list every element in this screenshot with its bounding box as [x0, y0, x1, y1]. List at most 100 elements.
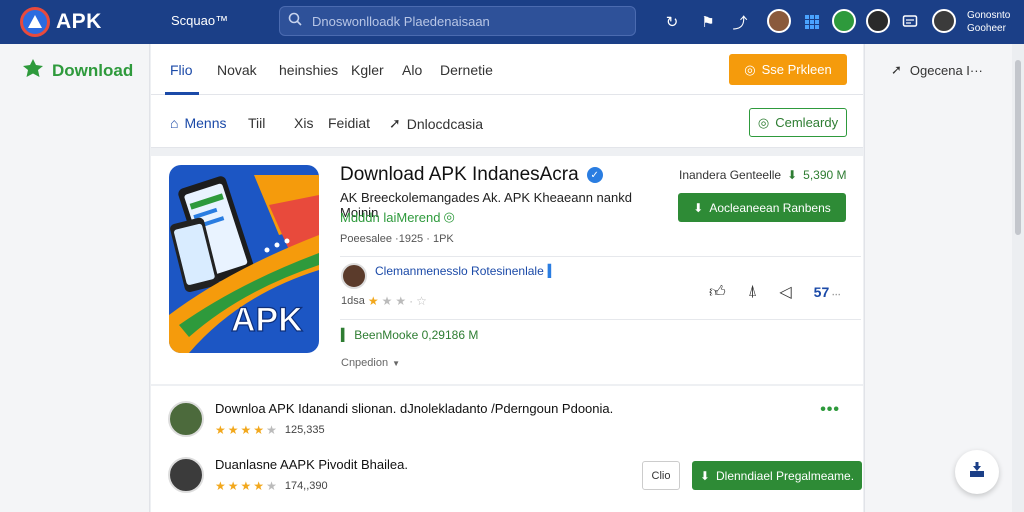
scrollbar-thumb[interactable] — [1015, 60, 1021, 235]
share-arrow-icon: ➚ — [389, 115, 401, 131]
chevron-down-icon: ▼ — [392, 358, 401, 368]
star-download-icon — [22, 58, 44, 83]
review-rating: ★ ★ ★ ★ ★ 174,,390 — [215, 479, 328, 493]
tab-alo[interactable]: Alo — [402, 62, 422, 78]
community-button[interactable]: ◎ Cemleardy — [749, 108, 847, 137]
active-tab-indicator — [165, 92, 199, 95]
subnav-feidiat-label: Feidiat — [328, 115, 371, 131]
subnav-dnlocdcasia-label: Dnlocdcasia — [406, 115, 483, 132]
star-icon: ★ — [381, 294, 393, 308]
logo-icon — [20, 7, 50, 37]
star-icon: · — [409, 294, 414, 308]
rating-row: 1dsa ★ ★ ★ · ☆ — [341, 294, 427, 308]
developer-link[interactable]: Clemanmenesslo Rotesinenlale ▍ — [375, 264, 557, 278]
download-fab-button[interactable] — [955, 450, 999, 494]
more-options-icon[interactable]: ••• — [820, 401, 840, 419]
tab-dernetie[interactable]: Dernetie — [440, 62, 493, 78]
avatar[interactable] — [866, 9, 890, 33]
chat-icon[interactable] — [899, 11, 921, 33]
search-bar[interactable] — [279, 6, 636, 36]
app-meta: Poeesalee ·1925 · 1PK — [340, 233, 454, 245]
category-label: Cnpedion — [341, 357, 389, 369]
review-title: Duanlasne AAPK Pivodit Bhailea. — [215, 457, 408, 472]
community-button-label: Cemleardy — [775, 115, 839, 130]
grid-icon[interactable] — [801, 11, 823, 33]
download-tray-icon — [968, 461, 986, 484]
size-value: 5,390 M — [803, 168, 847, 182]
tab-file[interactable]: Flio — [170, 62, 193, 78]
subnav-home[interactable]: ⌂ Menns — [170, 115, 227, 131]
search-input[interactable] — [312, 13, 612, 29]
avatar[interactable] — [168, 457, 204, 493]
rating-text: 1dsa — [341, 295, 365, 307]
tab-heinshies[interactable]: heinshies — [279, 62, 338, 78]
avatar[interactable] — [932, 9, 956, 33]
size-icon: ⬇ — [787, 168, 798, 182]
likes-count: 57 ⋯ — [813, 284, 841, 300]
download-review-label: Dlenndiael Pregalmeame. — [715, 468, 855, 483]
subnav-home-label: Menns — [184, 115, 227, 131]
user-menu[interactable]: Gonosnto Gooheer — [967, 9, 1010, 35]
logo-text: APK — [56, 10, 102, 33]
download-button[interactable]: ⬇ Aocleaneean Ranbens — [678, 193, 846, 222]
avatar[interactable] — [168, 401, 204, 437]
app-icon[interactable] — [832, 9, 856, 33]
user-name: Gonosnto — [967, 10, 1011, 21]
tab-novak[interactable]: Novak — [217, 62, 257, 78]
home-icon: ⌂ — [170, 115, 179, 131]
review-rating-count: 174,,390 — [284, 480, 328, 492]
app-title: Download APK IndanesAcra ✓ — [340, 164, 603, 186]
subnav-xis[interactable]: Xis — [294, 115, 313, 131]
star-icon: ★ — [253, 479, 265, 493]
account-link[interactable]: ➚ Ogecena I··· — [891, 62, 983, 78]
tab-kgler[interactable]: Kgler — [351, 62, 384, 78]
flag-icon[interactable]: ⚑ — [697, 11, 719, 33]
clio-button[interactable]: Clio — [642, 461, 680, 490]
speaker-icon[interactable]: ◁ — [779, 282, 791, 302]
thumbs-up-icon[interactable]: 👍︎ — [709, 283, 726, 302]
subnav-tiil[interactable]: Tiil — [248, 115, 265, 131]
verified-bar-icon: ▍ — [547, 264, 557, 278]
category-dropdown[interactable]: Cnpedion ▼ — [341, 357, 400, 369]
search-icon — [288, 12, 302, 31]
svg-text:APK: APK — [231, 301, 303, 339]
top-bar: APK Scquao™ ↻ ⚑ ⤴ Gonosnto Gooheer — [0, 0, 1024, 44]
app-image: APK — [169, 165, 319, 353]
download-icon: ⬇ — [699, 468, 710, 483]
avatar[interactable] — [767, 9, 791, 33]
section-gap — [151, 148, 863, 156]
subnav-xis-label: Xis — [294, 115, 314, 131]
app-description-secondary[interactable]: Mdddn laiMerend ◎ — [340, 209, 455, 225]
share-arrow-icon: ➚ — [891, 62, 902, 77]
save-button[interactable]: ◎ Sse Prkleen — [729, 54, 847, 85]
star-icon: ★ — [253, 423, 265, 437]
downloads-bar-icon: ▍ — [341, 328, 351, 342]
app-actions: 👍︎ ⍋ ◁ 57 ⋯ — [709, 282, 841, 302]
list-item[interactable]: Downloa APK Idanandi slionan. dJnoleklad… — [168, 401, 858, 451]
developer-avatar[interactable] — [341, 263, 367, 289]
divider — [340, 319, 861, 320]
downloads-value: BeenMooke 0,29186 M — [354, 328, 479, 342]
refresh-icon[interactable]: ↻ — [661, 11, 683, 33]
developer-name: Clemanmenesslo Rotesinenlale — [375, 264, 544, 278]
download-icon: ⬇ — [693, 200, 704, 215]
save-icon: ◎ — [744, 61, 756, 77]
download-review-button[interactable]: ⬇ Dlenndiael Pregalmeame. — [692, 461, 862, 490]
download-button-label: Aocleaneean Ranbens — [709, 200, 831, 215]
subnav-dnlocdcasia[interactable]: ➚ Dnlocdcasia — [389, 115, 483, 132]
download-link[interactable]: Download — [22, 58, 133, 83]
apk-logo[interactable]: APK — [20, 7, 102, 37]
subnav-feidiat[interactable]: Feidiat — [328, 115, 370, 131]
star-icon: ☆ — [416, 294, 427, 308]
left-sidebar: Download — [0, 44, 150, 512]
star-icon: ★ — [367, 294, 379, 308]
share-icon[interactable]: ⤴ — [729, 11, 751, 33]
right-panel: ➚ Ogecena I··· — [864, 44, 1024, 512]
review-rating-count: 125,335 — [284, 424, 325, 436]
list-item[interactable]: Duanlasne AAPK Pivodit Bhailea. ★ ★ ★ ★ … — [168, 457, 862, 507]
app-description-link: Mdddn laiMerend — [340, 209, 441, 225]
verified-icon: ✓ — [586, 167, 603, 183]
pin-icon[interactable]: ⍋ — [748, 283, 758, 301]
star-icon: ★ — [240, 479, 252, 493]
download-label: Download — [52, 60, 134, 80]
